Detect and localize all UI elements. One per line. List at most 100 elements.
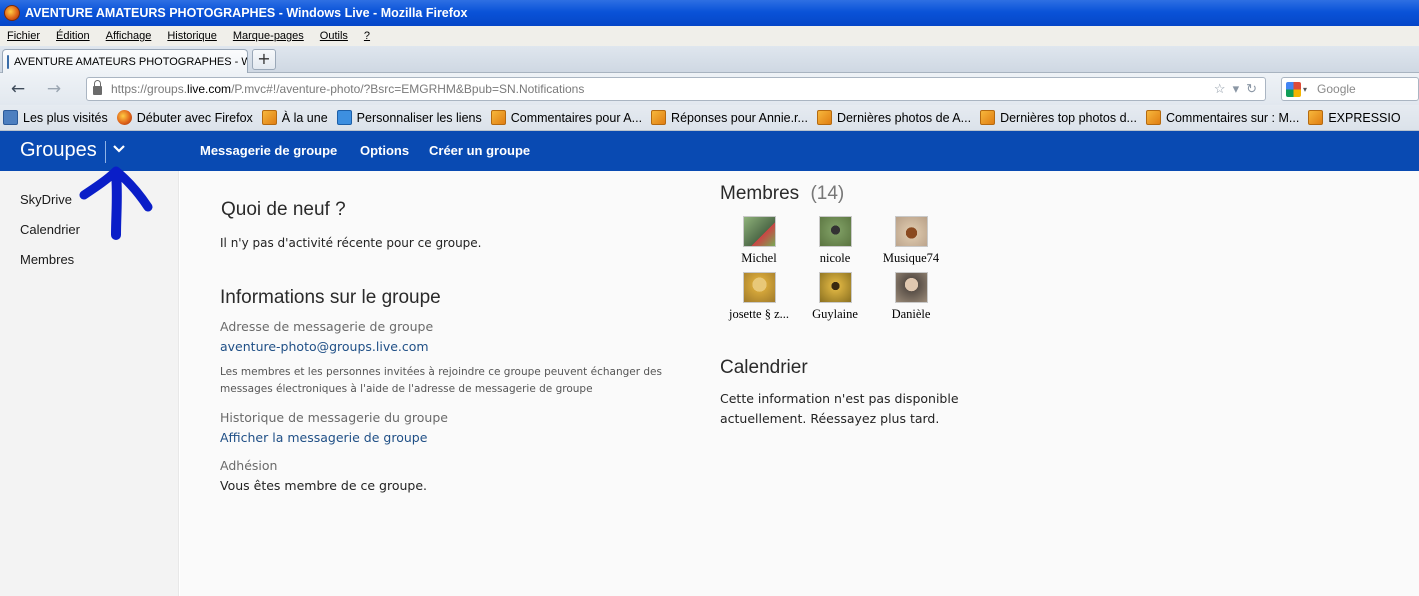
members-heading-label: Membres [720,183,800,204]
group-email-label: Adresse de messagerie de groupe [220,319,434,334]
bookmark-item[interactable]: Personnaliser les liens [336,110,482,125]
bookmark-item[interactable]: Commentaires sur : M... [1145,110,1300,125]
menu-item-marque-pages[interactable]: Marque-pages [233,30,304,42]
avatar[interactable] [894,216,928,247]
window-title-bar: AVENTURE AMATEURS PHOTOGRAPHES - Windows… [0,0,1419,26]
back-arrow-icon[interactable]: ← [7,79,29,99]
bookmark-label: Personnaliser les liens [356,110,482,125]
member-tile[interactable]: nicole [795,216,875,266]
group-messaging-link[interactable]: Messagerie de groupe [200,143,337,158]
bookmark-item[interactable]: EXPRESSIO [1308,110,1401,125]
bookmark-label: Dernières top photos d... [1000,110,1137,125]
menu-item-edition[interactable]: Édition [56,30,90,42]
bookmark-label: EXPRESSIO [1328,110,1401,125]
window-title: AVENTURE AMATEURS PHOTOGRAPHES - Windows… [25,6,468,20]
group-info-heading: Informations sur le groupe [220,287,441,308]
create-group-link[interactable]: Créer un groupe [429,143,530,158]
group-history-label: Historique de messagerie du groupe [220,410,448,425]
bookmark-label: Commentaires pour A... [510,110,643,125]
search-input[interactable]: ▾ Google [1281,77,1419,101]
group-email-link[interactable]: aventure-photo@groups.live.com [220,339,429,354]
membership-label: Adhésion [220,458,278,473]
rss-feed-icon [261,110,277,125]
forward-arrow-icon[interactable]: → [43,79,65,99]
calendar-heading[interactable]: Calendrier [720,357,808,379]
rss-feed-icon [1308,110,1324,125]
member-name[interactable]: nicole [795,251,875,266]
sidebar-item-skydrive[interactable]: SkyDrive [20,192,72,207]
whats-new-heading: Quoi de neuf ? [221,199,346,220]
groups-brand-link[interactable]: Groupes [20,139,97,162]
tab-title: AVENTURE AMATEURS PHOTOGRAPHES - W... [14,56,248,68]
bookmark-item[interactable]: Les plus visités [3,110,108,125]
menu-item-fichier[interactable]: Fichier [7,30,40,42]
rss-feed-icon [980,110,996,125]
firefox-icon [4,5,20,21]
menu-item-outils[interactable]: Outils [320,30,348,42]
rss-feed-icon [816,110,832,125]
membership-status: Vous êtes membre de ce groupe. [220,478,428,493]
menu-item-help[interactable]: ? [364,30,370,42]
url-path: /P.mvc#!/aventure-photo/?Bsrc=EMGRHM&Bpu… [231,82,585,96]
bookmark-item[interactable]: Débuter avec Firefox [116,110,253,125]
bookmark-label: Débuter avec Firefox [136,110,253,125]
avatar[interactable] [818,216,852,247]
options-link[interactable]: Options [360,143,409,158]
member-tile[interactable]: Musique74 [871,216,951,266]
lock-icon [93,80,102,95]
bookmark-label: À la une [281,110,328,125]
bookmark-label: Commentaires sur : M... [1165,110,1300,125]
member-name[interactable]: Guylaine [795,307,875,322]
google-icon[interactable] [1286,81,1301,97]
members-count: (14) [810,183,845,204]
menu-item-historique[interactable]: Historique [167,30,217,42]
search-engine-caret-icon[interactable]: ▾ [1303,85,1307,94]
member-name[interactable]: josette § z... [719,307,799,322]
bookmark-label: Réponses pour Annie.r... [671,110,808,125]
group-favicon-icon [7,55,9,69]
bookmark-item[interactable]: Dernières top photos d... [980,110,1137,125]
member-name[interactable]: Danièle [871,307,951,322]
bookmark-item[interactable]: Réponses pour Annie.r... [651,110,808,125]
avatar[interactable] [742,216,776,247]
firefox-icon [116,110,132,125]
member-tile[interactable]: Guylaine [795,272,875,322]
browser-tab[interactable]: AVENTURE AMATEURS PHOTOGRAPHES - W... [2,49,248,74]
avatar[interactable] [894,272,928,303]
bookmark-item[interactable]: À la une [261,110,328,125]
history-dropdown-icon[interactable]: ▾ [1233,81,1240,97]
calendar-retry-text: actuellement. Réessayez plus tard. [720,411,940,426]
address-bar[interactable]: https://groups. live.com/P.mvc#!/aventure… [86,77,1266,101]
member-name[interactable]: Michel [719,251,799,266]
url-domain: live.com [187,82,232,96]
bookmark-label: Les plus visités [23,110,108,125]
rss-feed-icon [651,110,667,125]
chevron-down-icon[interactable] [112,140,126,158]
hand-drawn-arrow-annotation [79,166,153,240]
bookmark-star-icon[interactable]: ☆ [1214,81,1226,97]
new-tab-button[interactable]: + [252,49,276,70]
reload-icon[interactable]: ↻ [1246,81,1257,97]
sidebar-item-calendrier[interactable]: Calendrier [20,222,80,237]
web-page: Groupes Messagerie de groupe Options Cré… [0,131,1419,596]
ie-page-icon [336,110,352,125]
member-tile[interactable]: Danièle [871,272,951,322]
avatar[interactable] [818,272,852,303]
navigation-bar: ← → https://groups. live.com/P.mvc#!/aven… [0,73,1419,105]
tab-bar: AVENTURE AMATEURS PHOTOGRAPHES - W... [0,46,1419,74]
rss-feed-icon [1145,110,1161,125]
sidebar-item-membres[interactable]: Membres [20,252,74,267]
bookmark-item[interactable]: Dernières photos de A... [816,110,971,125]
member-tile[interactable]: Michel [719,216,799,266]
member-tile[interactable]: josette § z... [719,272,799,322]
members-heading[interactable]: Membres (14) [720,183,844,205]
calendar-unavailable-text: Cette information n'est pas disponible [720,391,959,406]
no-activity-text: Il n'y pas d'activité récente pour ce gr… [220,236,482,250]
main-content: Quoi de neuf ? Il n'y pas d'activité réc… [180,171,1419,596]
view-group-messaging-link[interactable]: Afficher la messagerie de groupe [220,430,427,445]
most-visited-icon [3,110,18,125]
menu-item-affichage[interactable]: Affichage [106,30,152,42]
member-name[interactable]: Musique74 [871,251,951,266]
bookmark-item[interactable]: Commentaires pour A... [490,110,643,125]
avatar[interactable] [742,272,776,303]
